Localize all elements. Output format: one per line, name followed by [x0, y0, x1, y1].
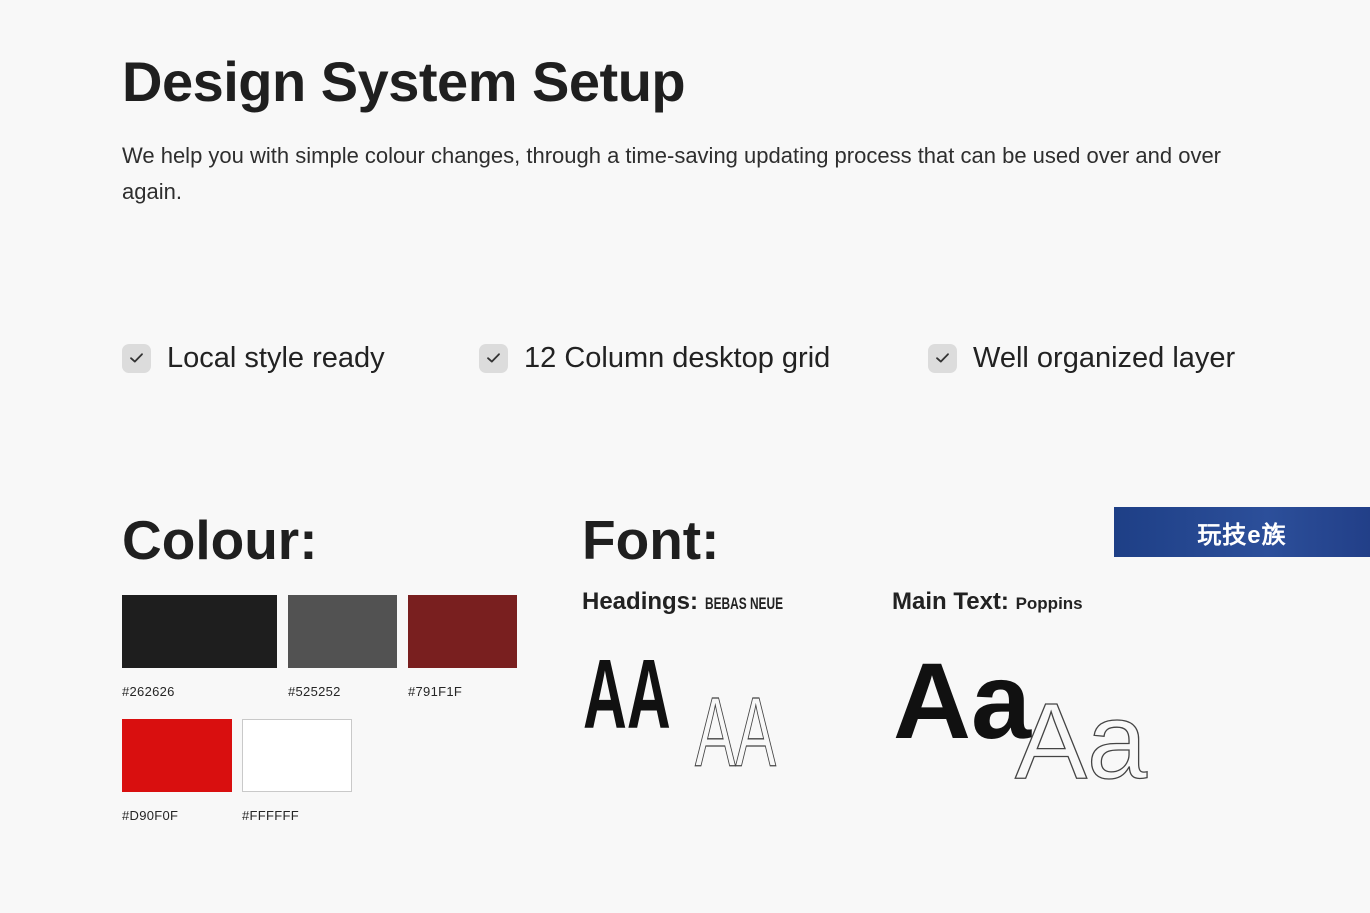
feature-column-grid: 12 Column desktop grid	[479, 338, 830, 378]
feature-label: 12 Column desktop grid	[524, 341, 831, 374]
feature-local-style: Local style ready	[122, 338, 385, 378]
colour-heading: Colour:	[122, 509, 318, 571]
font-heading: Font:	[582, 509, 720, 571]
page-subtitle: We help you with simple colour changes, …	[122, 143, 1222, 204]
headings-font-name: BEBAS NEUE	[704, 594, 783, 613]
swatch-grey	[288, 595, 397, 668]
headings-label: Headings:	[582, 588, 699, 615]
check-icon	[479, 343, 508, 373]
swatch-code: #525252	[288, 684, 341, 699]
headings-sample-glyphs: AA AA	[583, 640, 777, 780]
main-sample-solid: Aa	[893, 640, 1032, 761]
watermark-text: 玩技e族	[1197, 521, 1287, 549]
headings-sample-solid: AA	[583, 640, 671, 749]
swatch-maroon	[408, 595, 517, 668]
swatch-code: #FFFFFF	[242, 808, 299, 823]
swatch-dark	[122, 595, 277, 668]
main-sample-glyphs: Aa Aa	[893, 640, 1149, 790]
headings-sample-outline: AA	[695, 678, 777, 780]
swatch-white	[242, 719, 352, 792]
swatch-red	[122, 719, 232, 792]
main-sample-outline: Aa	[1015, 680, 1148, 790]
swatch-code: #791F1F	[408, 684, 463, 699]
main-font-label: Main Text: Poppins	[892, 588, 1083, 616]
watermark-badge: 玩技e族	[1114, 507, 1370, 557]
main-font-name: Poppins	[1015, 594, 1083, 613]
feature-list: Local style ready 12 Column desktop grid…	[0, 338, 1370, 378]
feature-label: Local style ready	[167, 341, 385, 374]
swatch-code: #262626	[122, 684, 175, 699]
headings-font-label: Headings: BEBAS NEUE	[582, 588, 816, 616]
swatch-code: #D90F0F	[122, 808, 179, 823]
main-text-label: Main Text:	[892, 588, 1009, 615]
check-icon	[928, 343, 957, 373]
check-icon	[122, 343, 151, 373]
feature-organized-layer: Well organized layer	[928, 338, 1235, 378]
feature-label: Well organized layer	[973, 341, 1236, 374]
page-title: Design System Setup	[122, 50, 686, 113]
